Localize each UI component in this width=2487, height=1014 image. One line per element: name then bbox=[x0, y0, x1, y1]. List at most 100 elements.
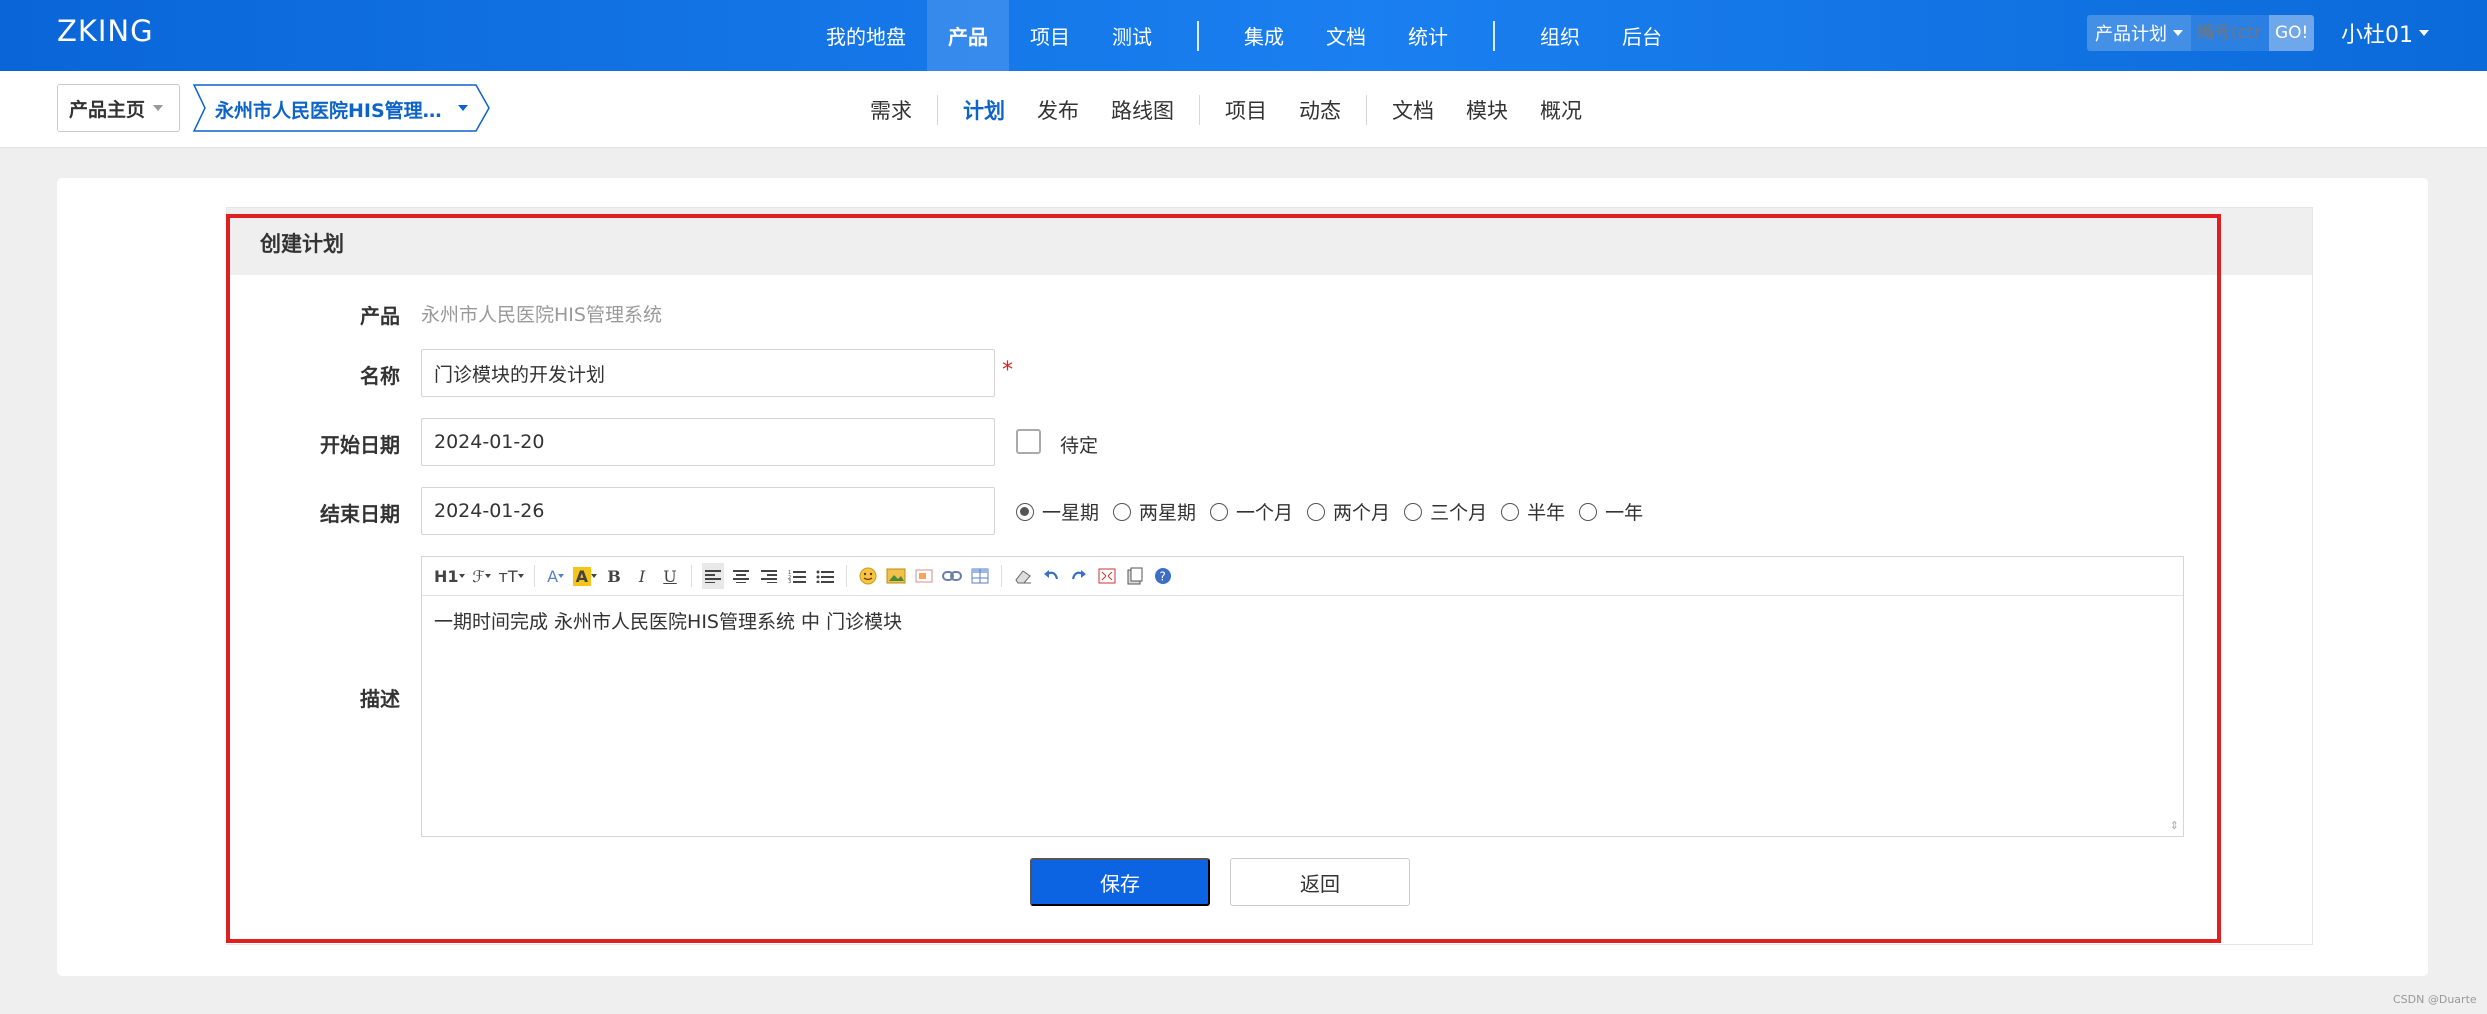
breadcrumb-home-label: 产品主页 bbox=[69, 98, 146, 121]
radio-button bbox=[1113, 502, 1132, 521]
chevron-down-icon bbox=[517, 574, 524, 578]
unordered-list-icon[interactable] bbox=[814, 563, 836, 589]
table-icon[interactable] bbox=[969, 563, 991, 589]
nav-integration[interactable]: 集成 bbox=[1223, 0, 1305, 71]
svg-text:?: ? bbox=[1160, 570, 1166, 584]
chevron-down-icon bbox=[591, 574, 598, 578]
chevron-down-icon bbox=[484, 574, 491, 578]
help-icon[interactable]: ? bbox=[1152, 563, 1174, 589]
subnav-plan[interactable]: 计划 bbox=[947, 95, 1021, 125]
media-icon[interactable] bbox=[913, 563, 935, 589]
link-icon[interactable] bbox=[941, 563, 963, 589]
duration-one-year[interactable]: 一年 bbox=[1579, 498, 1643, 525]
back-button[interactable]: 返回 bbox=[1230, 858, 1410, 906]
panel-header: 创建计划 bbox=[227, 208, 2312, 275]
duration-two-weeks[interactable]: 两星期 bbox=[1113, 498, 1196, 525]
subnav-roadmap[interactable]: 路线图 bbox=[1095, 95, 1190, 125]
ordered-list-icon[interactable]: 123 bbox=[786, 563, 808, 589]
font-family-button[interactable]: ℱ bbox=[471, 563, 493, 589]
paste-icon[interactable] bbox=[1124, 563, 1146, 589]
save-button[interactable]: 保存 bbox=[1030, 858, 1210, 906]
end-date-label: 结束日期 bbox=[320, 502, 400, 526]
font-color-button[interactable]: A bbox=[545, 563, 567, 589]
subnav-divider bbox=[1366, 94, 1367, 125]
heading-button[interactable]: H1 bbox=[434, 563, 465, 589]
end-date-input[interactable]: 2024-01-26 bbox=[421, 487, 995, 535]
nav-test[interactable]: 测试 bbox=[1091, 0, 1173, 71]
subnav-modules[interactable]: 模块 bbox=[1450, 95, 1524, 125]
description-content[interactable]: 一期时间完成 永州市人民医院HIS管理系统 中 门诊模块 bbox=[434, 607, 902, 634]
image-icon[interactable] bbox=[885, 563, 907, 589]
editor-toolbar: H1 ℱ тT A A B I U 123 ? bbox=[422, 557, 2183, 596]
pending-checkbox[interactable] bbox=[1016, 429, 1041, 454]
name-input[interactable]: 门诊模块的开发计划 bbox=[421, 349, 995, 397]
sub-navbar: 产品主页 永州市人民医院HIS管理… 需求 计划 发布 路线图 项目 动态 文档… bbox=[0, 71, 2487, 148]
fullscreen-icon[interactable] bbox=[1096, 563, 1118, 589]
nav-product[interactable]: 产品 bbox=[927, 0, 1009, 71]
name-label: 名称 bbox=[360, 364, 400, 388]
user-menu[interactable]: 小杜01 bbox=[2341, 17, 2429, 49]
description-label: 描述 bbox=[360, 687, 400, 711]
toolbar-divider bbox=[1001, 565, 1003, 587]
undo-icon[interactable] bbox=[1040, 563, 1062, 589]
chevron-down-icon bbox=[153, 105, 164, 111]
main-nav: 我的地盘 产品 项目 测试 集成 文档 统计 组织 后台 bbox=[805, 0, 1683, 71]
search-type-select[interactable]: 产品计划 bbox=[2087, 15, 2191, 51]
align-right-icon[interactable] bbox=[758, 563, 780, 589]
align-left-icon[interactable] bbox=[702, 563, 725, 589]
subnav-overview[interactable]: 概况 bbox=[1524, 95, 1598, 125]
duration-three-months[interactable]: 三个月 bbox=[1404, 498, 1487, 525]
svg-text:3: 3 bbox=[788, 579, 791, 583]
radio-button bbox=[1307, 502, 1326, 521]
chevron-down-icon bbox=[558, 574, 565, 578]
font-size-button[interactable]: тT bbox=[499, 563, 524, 589]
italic-button[interactable]: I bbox=[631, 563, 653, 589]
nav-divider bbox=[1197, 20, 1199, 51]
duration-half-year[interactable]: 半年 bbox=[1501, 498, 1565, 525]
breadcrumb-product-home[interactable]: 产品主页 bbox=[57, 84, 180, 132]
product-value: 永州市人民医院HIS管理系统 bbox=[421, 304, 662, 326]
top-navbar: ZKING 我的地盘 产品 项目 测试 集成 文档 统计 组织 后台 产品计划 … bbox=[0, 0, 2487, 71]
nav-my-space[interactable]: 我的地盘 bbox=[805, 0, 927, 71]
subnav-project[interactable]: 项目 bbox=[1209, 95, 1283, 125]
product-sub-nav: 需求 计划 发布 路线图 项目 动态 文档 模块 概况 bbox=[854, 71, 1598, 148]
breadcrumb-product-label: 永州市人民医院HIS管理… bbox=[215, 100, 442, 122]
duration-one-month[interactable]: 一个月 bbox=[1210, 498, 1293, 525]
highlight-button[interactable]: A bbox=[572, 563, 598, 589]
page-title: 创建计划 bbox=[260, 232, 344, 256]
nav-docs[interactable]: 文档 bbox=[1305, 0, 1387, 71]
nav-project[interactable]: 项目 bbox=[1009, 0, 1091, 71]
radio-button bbox=[1404, 502, 1423, 521]
bold-button[interactable]: B bbox=[603, 563, 625, 589]
app-logo[interactable]: ZKING bbox=[57, 14, 154, 48]
breadcrumb-product-select[interactable]: 永州市人民医院HIS管理… bbox=[193, 84, 490, 132]
toolbar-divider bbox=[691, 565, 693, 587]
product-label: 产品 bbox=[360, 304, 400, 328]
redo-icon[interactable] bbox=[1068, 563, 1090, 589]
nav-stats[interactable]: 统计 bbox=[1387, 0, 1469, 71]
align-center-icon[interactable] bbox=[730, 563, 752, 589]
chevron-down-icon bbox=[2419, 30, 2429, 36]
subnav-release[interactable]: 发布 bbox=[1021, 95, 1095, 125]
duration-one-week[interactable]: 一星期 bbox=[1016, 498, 1099, 525]
subnav-divider bbox=[1199, 94, 1200, 125]
user-name: 小杜01 bbox=[2341, 23, 2413, 48]
emoji-icon[interactable] bbox=[857, 563, 879, 589]
eraser-icon[interactable] bbox=[1012, 563, 1034, 589]
subnav-dynamics[interactable]: 动态 bbox=[1283, 95, 1357, 125]
nav-divider bbox=[1493, 20, 1495, 51]
duration-two-months[interactable]: 两个月 bbox=[1307, 498, 1390, 525]
pending-label: 待定 bbox=[1060, 435, 1099, 457]
nav-admin[interactable]: 后台 bbox=[1601, 0, 1683, 71]
subnav-requirements[interactable]: 需求 bbox=[854, 95, 928, 125]
start-date-input[interactable]: 2024-01-20 bbox=[421, 418, 995, 466]
search-go-button[interactable]: GO! bbox=[2269, 15, 2315, 51]
radio-button bbox=[1210, 502, 1229, 521]
search-type-label: 产品计划 bbox=[2095, 24, 2167, 45]
search-code-input[interactable] bbox=[2191, 15, 2269, 51]
start-date-label: 开始日期 bbox=[320, 433, 400, 457]
nav-org[interactable]: 组织 bbox=[1519, 0, 1601, 71]
underline-button[interactable]: U bbox=[659, 563, 681, 589]
resize-handle-icon[interactable]: ⇕ bbox=[2170, 819, 2179, 832]
subnav-docs[interactable]: 文档 bbox=[1376, 95, 1450, 125]
